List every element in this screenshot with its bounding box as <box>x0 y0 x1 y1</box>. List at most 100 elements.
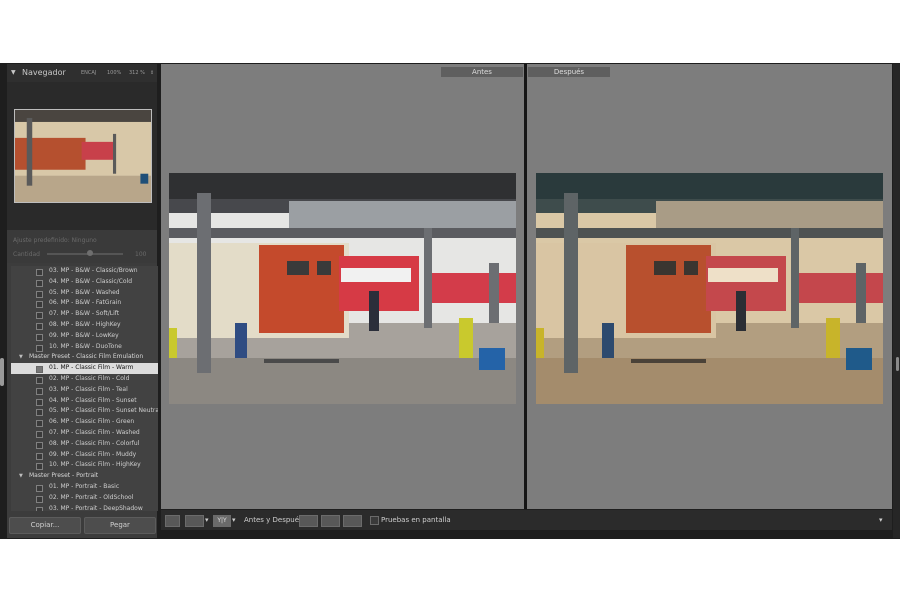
preset-item[interactable]: 08. MP - B&W - HighKey <box>11 320 158 331</box>
preset-item[interactable]: 06. MP - Classic Film - Green <box>11 417 158 428</box>
preset-icon <box>36 301 43 309</box>
preset-item[interactable]: 09. MP - B&W - LowKey <box>11 331 158 342</box>
lightroom-develop-window: ▼ Navegador ENCAJ 100% 312 % ⇕ Ajuste pr… <box>0 63 900 539</box>
preset-item[interactable]: 02. MP - Classic Film - Cold <box>11 374 158 385</box>
preset-label: 08. MP - B&W - HighKey <box>49 320 121 328</box>
preset-item[interactable]: 10. MP - B&W - DuoTone <box>11 342 158 353</box>
preset-folder[interactable]: ▼ Master Preset - Classic Film Emulation <box>11 352 158 363</box>
preset-icon <box>36 290 43 298</box>
preset-icon <box>36 398 43 406</box>
preset-icon <box>36 441 43 449</box>
preset-icon <box>36 366 43 374</box>
preset-icon <box>36 312 43 320</box>
navigator-title: Navegador <box>22 68 66 77</box>
preset-label: Master Preset - Portrait <box>29 472 99 480</box>
before-photo[interactable] <box>169 173 516 404</box>
preset-label: 10. MP - Classic Film - HighKey <box>49 461 141 469</box>
split-dropdown-icon[interactable]: ▾ <box>232 516 236 524</box>
preset-label: 09. MP - B&W - LowKey <box>49 331 119 339</box>
soft-proofing-checkbox[interactable] <box>370 516 379 525</box>
preset-label: 07. MP - Classic Film - Washed <box>49 428 140 436</box>
preset-label: 07. MP - B&W - Soft/Lift <box>49 310 120 318</box>
preset-label: 03. MP - Portrait - DeepShadow <box>49 504 143 511</box>
preset-icon <box>36 506 43 511</box>
preset-label: 03. MP - Classic Film - Teal <box>49 385 128 393</box>
preset-item[interactable]: 07. MP - Classic Film - Washed <box>11 428 158 439</box>
preset-item[interactable]: 03. MP - Classic Film - Teal <box>11 385 158 396</box>
amount-slider-knob[interactable] <box>87 250 93 256</box>
amount-label: Cantidad <box>13 251 40 258</box>
zoom-fit-option[interactable]: ENCAJ <box>81 70 96 76</box>
preset-label: 08. MP - Classic Film - Colorful <box>49 439 140 447</box>
preset-item[interactable]: 07. MP - B&W - Soft/Lift <box>11 309 158 320</box>
preset-label: 06. MP - Classic Film - Green <box>49 418 135 426</box>
zoom-100-option[interactable]: 100% <box>107 70 121 76</box>
preset-item[interactable]: 10. MP - Classic Film - HighKey <box>11 460 158 471</box>
after-photo[interactable] <box>536 173 883 404</box>
preset-item[interactable]: 08. MP - Classic Film - Colorful <box>11 439 158 450</box>
copy-paste-bar: Copiar... Pegar <box>7 513 157 538</box>
yy-split-button[interactable]: Y|Y <box>213 515 231 527</box>
amount-value: 100 <box>135 251 147 258</box>
left-panel-edge-handle[interactable] <box>0 358 4 386</box>
preset-icon <box>36 322 43 330</box>
preset-icon <box>36 333 43 341</box>
preset-item[interactable]: 03. MP - Portrait - DeepShadow <box>11 504 158 511</box>
zoom-dropdown-icon[interactable]: ⇕ <box>150 70 154 76</box>
preset-item[interactable]: 06. MP - B&W - FatGrain <box>11 298 158 309</box>
preset-item[interactable]: 04. MP - B&W - Classic/Cold <box>11 277 158 288</box>
preset-label: 01. MP - Portrait - Basic <box>49 482 120 490</box>
preset-label: 04. MP - B&W - Classic/Cold <box>49 277 133 285</box>
preset-item[interactable]: 03. MP - B&W - Classic/Brown <box>11 266 158 277</box>
preset-item[interactable]: 04. MP - Classic Film - Sunset <box>11 396 158 407</box>
navigator-header[interactable]: ▼ Navegador ENCAJ 100% 312 % ⇕ <box>7 64 157 82</box>
before-photo-image <box>169 173 516 404</box>
right-panel-edge-handle[interactable] <box>896 357 899 371</box>
preset-icon <box>36 344 43 352</box>
preset-icon <box>36 430 43 438</box>
collapse-triangle-icon[interactable]: ▼ <box>11 69 16 76</box>
preset-folder[interactable]: ▼ Master Preset - Portrait <box>11 471 158 482</box>
copy-before-to-after-button[interactable] <box>299 515 318 527</box>
preset-label: 04. MP - Classic Film - Sunset <box>49 396 137 404</box>
navigator-preview-area <box>7 82 157 230</box>
preset-icon <box>36 387 43 395</box>
before-after-mode-button[interactable] <box>185 515 204 527</box>
compare-divider <box>524 64 527 509</box>
zoom-custom-option[interactable]: 312 % <box>129 70 145 76</box>
folder-expand-triangle-icon[interactable]: ▼ <box>19 471 23 482</box>
presets-list: 03. MP - B&W - Classic/Brown 04. MP - B&W… <box>11 266 158 511</box>
copy-after-to-before-button[interactable] <box>321 515 340 527</box>
preset-item[interactable]: 05. MP - B&W - Washed <box>11 288 158 299</box>
preset-item[interactable]: 05. MP - Classic Film - Sunset Neutral <box>11 406 158 417</box>
preset-label: 10. MP - B&W - DuoTone <box>49 342 122 350</box>
preset-item[interactable]: 01. MP - Classic Film - Warm <box>11 363 158 374</box>
preset-label: Master Preset - Classic Film Emulation <box>29 353 144 361</box>
preset-item[interactable]: 09. MP - Classic Film - Muddy <box>11 450 158 461</box>
preset-icon <box>36 495 43 503</box>
after-tab-label: Después <box>528 67 610 77</box>
folder-expand-triangle-icon[interactable]: ▼ <box>19 352 23 363</box>
compare-view: Antes Después <box>161 64 892 509</box>
before-after-label: Antes y Después: <box>244 516 306 524</box>
preset-icon <box>36 452 43 460</box>
amount-slider-track[interactable] <box>47 253 123 255</box>
preset-label: 05. MP - Classic Film - Sunset Neutral <box>49 407 158 415</box>
preset-item[interactable]: 02. MP - Portrait - OldSchool <box>11 493 158 504</box>
right-panel-edge <box>893 64 900 538</box>
loupe-view-button[interactable] <box>165 515 180 527</box>
preset-icon <box>36 279 43 287</box>
preset-label: 03. MP - B&W - Classic/Brown <box>49 267 138 274</box>
paste-button[interactable]: Pegar <box>84 517 156 534</box>
toolbar-menu-icon[interactable]: ▾ <box>879 516 883 524</box>
copy-button[interactable]: Copiar... <box>9 517 81 534</box>
preset-item[interactable]: 01. MP - Portrait - Basic <box>11 482 158 493</box>
before-tab-label: Antes <box>441 67 523 77</box>
navigator-thumbnail[interactable] <box>14 109 152 203</box>
mode-dropdown-icon[interactable]: ▾ <box>205 516 209 524</box>
preset-icon <box>36 463 43 471</box>
preset-label: 06. MP - B&W - FatGrain <box>49 299 122 307</box>
preset-icon <box>36 409 43 417</box>
swap-before-after-button[interactable] <box>343 515 362 527</box>
preset-amount-panel: Ajuste predefinido: Ninguno Cantidad 100 <box>7 230 157 263</box>
